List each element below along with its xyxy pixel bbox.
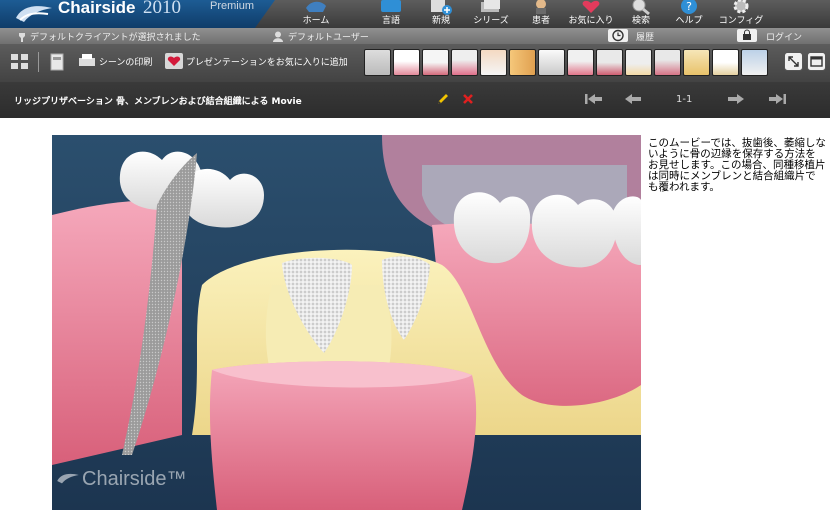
scene-thumb-8[interactable]	[567, 49, 594, 76]
movie-description: このムービーでは、抜歯後、萎縮しないように骨の辺縁を保存する方法をお見せします。…	[648, 137, 826, 193]
nav-help[interactable]: ? ヘルプ	[664, 0, 714, 28]
previous-page-icon[interactable]	[624, 92, 642, 106]
client-status: デフォルトクライアントが選択されました	[18, 30, 201, 43]
heart-icon	[165, 53, 183, 69]
first-page-icon[interactable]	[584, 92, 604, 106]
presentation-title-bar: リッジプリザベーション 骨、メンブレンおよび結合組織による Movie 1-1	[0, 82, 830, 118]
top-bar: Chairside 2010 Premium ホーム 言語 新規 シリーズ 患者…	[0, 0, 830, 28]
clock-icon	[612, 29, 624, 42]
user-status[interactable]: デフォルトユーザー	[272, 30, 369, 43]
chairside-logo-icon	[16, 6, 52, 22]
window-icon[interactable]	[807, 52, 826, 71]
history-button-frame[interactable]	[608, 29, 628, 42]
nav-favorites[interactable]: お気に入り	[566, 0, 616, 28]
pin-icon	[19, 33, 25, 42]
nav-new[interactable]: 新規	[416, 0, 466, 28]
nav-series[interactable]: シリーズ	[466, 0, 516, 28]
pencil-icon[interactable]	[436, 92, 450, 106]
printer-icon	[79, 54, 95, 66]
nav-config[interactable]: コンフィグ	[716, 0, 766, 28]
nav-patient[interactable]: 患者	[516, 0, 566, 28]
toolbar-divider	[38, 52, 39, 72]
scene-thumb-12[interactable]	[683, 49, 710, 76]
delete-icon[interactable]	[462, 93, 474, 105]
scene-thumb-3[interactable]	[422, 49, 449, 76]
document-icon[interactable]	[48, 53, 66, 71]
next-page-icon[interactable]	[727, 92, 745, 106]
scene-thumb-11[interactable]	[654, 49, 681, 76]
scene-thumb-10[interactable]	[625, 49, 652, 76]
print-scene-button[interactable]: シーンの印刷	[78, 53, 152, 69]
watermark: Chairside™	[82, 468, 187, 490]
movie-player[interactable]	[52, 135, 641, 510]
user-icon	[273, 31, 283, 42]
fullscreen-icon[interactable]	[784, 52, 803, 71]
status-bar: デフォルトクライアントが選択されました デフォルトユーザー 履歴 ログイン	[0, 28, 830, 44]
ridge-preservation-illustration	[52, 135, 641, 510]
scene-thumb-6[interactable]	[509, 49, 536, 76]
scene-thumb-14[interactable]	[741, 49, 768, 76]
scene-thumb-7[interactable]	[538, 49, 565, 76]
nav-search[interactable]: 検索	[616, 0, 666, 28]
nav-home[interactable]: ホーム	[291, 0, 341, 28]
scene-thumb-4[interactable]	[451, 49, 478, 76]
app-logo: Chairside 2010 Premium	[0, 0, 275, 28]
scene-thumb-2[interactable]	[393, 49, 420, 76]
grid-view-icon[interactable]	[10, 53, 30, 71]
login-button-frame[interactable]	[737, 29, 757, 42]
history-label[interactable]: 履歴	[636, 30, 654, 43]
page-indicator: 1-1	[676, 94, 693, 105]
scene-thumb-1[interactable]	[364, 49, 391, 76]
login-label[interactable]: ログイン	[766, 30, 802, 43]
svg-text:?: ?	[686, 0, 692, 13]
app-year: 2010	[143, 0, 181, 18]
last-page-icon[interactable]	[767, 92, 787, 106]
presentation-toolbar: シーンの印刷 プレゼンテーションをお気に入りに追加	[0, 44, 830, 82]
chairside-watermark-icon	[57, 473, 79, 484]
nav-language[interactable]: 言語	[366, 0, 416, 28]
add-to-favorites-button[interactable]: プレゼンテーションをお気に入りに追加	[165, 53, 348, 69]
scene-thumb-9[interactable]	[596, 49, 623, 76]
scene-thumb-5[interactable]	[480, 49, 507, 76]
app-name: Chairside	[58, 0, 136, 17]
lock-icon	[743, 29, 751, 40]
presentation-title: リッジプリザベーション 骨、メンブレンおよび結合組織による Movie	[14, 97, 302, 107]
scene-thumb-13[interactable]	[712, 49, 739, 76]
edition-label: Premium	[210, 0, 255, 12]
